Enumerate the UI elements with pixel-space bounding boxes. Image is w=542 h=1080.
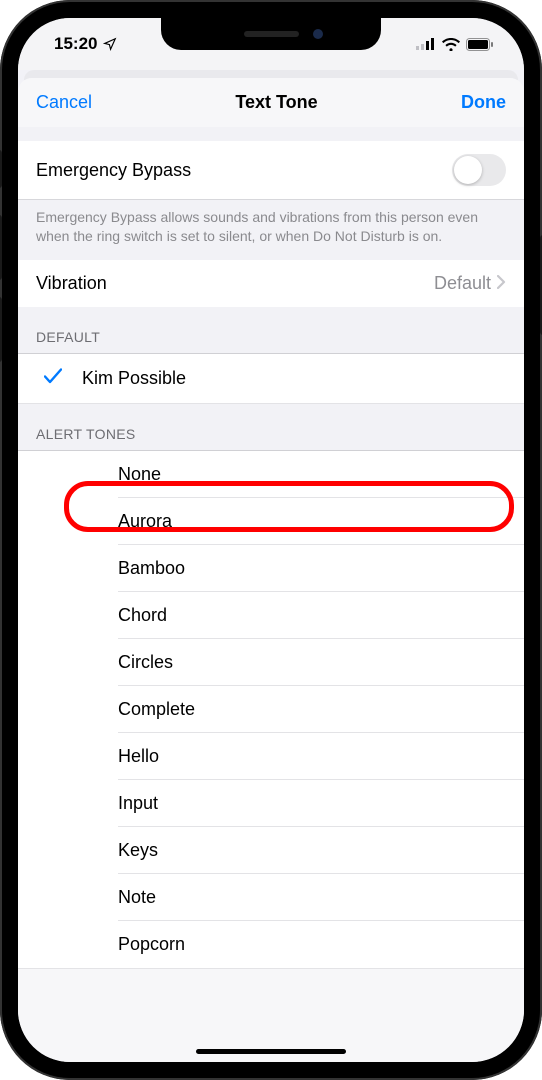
battery-icon [466,38,494,51]
alert-tone-row[interactable]: Hello [18,733,524,780]
alert-tone-row[interactable]: Chord [18,592,524,639]
status-time: 15:20 [54,34,97,54]
volume-up-button [0,215,2,280]
done-button[interactable]: Done [461,92,506,113]
chevron-right-icon [497,273,506,294]
vibration-label: Vibration [36,273,107,294]
volume-down-button [0,297,2,362]
alert-tone-row[interactable]: Keys [18,827,524,874]
alert-tones-list: None Aurora Bamboo Chord Circles Complete Hell… [18,450,524,969]
alert-tone-label: Bamboo [36,558,185,579]
alert-tone-row[interactable]: Aurora [18,498,524,545]
vibration-value: Default [434,273,491,294]
default-tone-row[interactable]: Kim Possible [18,353,524,404]
emergency-bypass-footer: Emergency Bypass allows sounds and vibra… [18,200,524,260]
alert-tone-label: Circles [36,652,173,673]
nav-bar: Cancel Text Tone Done [18,78,524,127]
alert-tone-label: Chord [36,605,167,626]
alert-tone-row[interactable]: Bamboo [18,545,524,592]
alert-tone-label: Note [36,887,156,908]
alert-tone-row[interactable]: Complete [18,686,524,733]
alert-tone-label: Popcorn [36,934,185,955]
alert-tone-label: None [36,464,161,485]
alert-tone-row[interactable]: Note [18,874,524,921]
wifi-icon [442,38,460,51]
alert-tone-label: Input [36,793,158,814]
device-notch [161,18,381,50]
location-icon [103,37,117,51]
alert-tone-label: Complete [36,699,195,720]
silent-switch [0,150,2,188]
emergency-bypass-label: Emergency Bypass [36,160,191,181]
cancel-button[interactable]: Cancel [36,92,92,113]
emergency-bypass-row[interactable]: Emergency Bypass [18,141,524,200]
modal-sheet: Cancel Text Tone Done Emergency Bypass E… [18,78,524,1062]
alert-tone-label: Aurora [36,511,172,532]
vibration-row[interactable]: Vibration Default [18,260,524,307]
page-title: Text Tone [235,92,317,113]
scroll-content[interactable]: Emergency Bypass Emergency Bypass allows… [18,127,524,1062]
alert-tone-row[interactable]: Circles [18,639,524,686]
toggle-knob [454,156,482,184]
alert-tone-row[interactable]: None [18,450,524,498]
home-indicator [196,1049,346,1054]
alert-tone-row[interactable]: Popcorn [18,921,524,969]
cellular-icon [416,38,436,50]
alert-tone-label: Hello [36,746,159,767]
checkmark-icon [44,367,62,390]
alert-tone-row[interactable]: Input [18,780,524,827]
alert-tone-label: Keys [36,840,158,861]
default-tone-label: Kim Possible [70,368,186,389]
emergency-bypass-toggle[interactable] [452,154,506,186]
section-header-default: DEFAULT [18,307,524,353]
section-header-alert: ALERT TONES [18,404,524,450]
